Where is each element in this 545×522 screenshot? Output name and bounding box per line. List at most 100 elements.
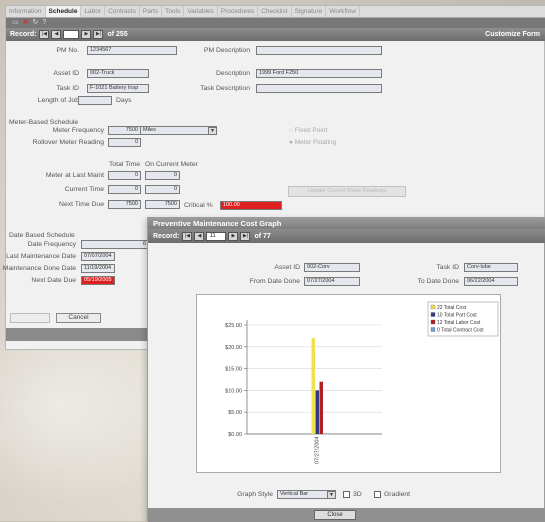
graph-next-record-button[interactable]: ▶ (228, 231, 239, 241)
asset-id-field[interactable]: 002-Truck (87, 69, 149, 78)
critical-field[interactable]: 100.00 (220, 201, 282, 210)
last-maintenance-field[interactable]: 07/07/2004 (81, 252, 115, 261)
3d-checkbox[interactable] (343, 491, 350, 498)
tab-parts[interactable]: Parts (140, 6, 163, 17)
graph-previous-record-button[interactable]: ◀ (194, 231, 205, 241)
y-tick-label: $25.00 (225, 323, 242, 329)
record-number-input[interactable] (63, 30, 80, 39)
next-date-due-field[interactable]: 05/19/2005 (81, 276, 115, 285)
date-frequency-field[interactable]: 6 (81, 240, 149, 249)
last-maintenance-label: Last Maintenance Date (6, 253, 76, 260)
tab-contracts[interactable]: Contracts (105, 6, 140, 17)
fixed-point-radio[interactable]: ○ Fixed Point (289, 127, 327, 134)
rollover-label: Rollover Meter Reading (32, 139, 104, 146)
legend-label: 22 Total Cost (437, 305, 467, 311)
task-id-label: Task ID (56, 85, 79, 92)
job-length-label: Length of Job (37, 97, 79, 104)
task-description-field[interactable] (256, 84, 382, 93)
tab-variables[interactable]: Variables (184, 6, 218, 17)
maintenance-done-field[interactable]: 11/19/2004 (81, 264, 115, 273)
graph-style-chevron-down-icon[interactable]: ▼ (327, 491, 336, 499)
bar-labor-cost (319, 381, 323, 434)
pm-no-field[interactable]: 1234567 (87, 46, 177, 55)
pm-no-label: PM No. (56, 47, 79, 54)
from-date-label: From Date Done (249, 278, 300, 285)
update-meter-button[interactable]: Update Current Meter Readings (288, 186, 406, 197)
graph-asset-id-field[interactable]: 002-Corv (304, 263, 360, 272)
meter-frequency-field[interactable]: 7500 (108, 126, 141, 135)
description-field[interactable]: 1999 Ford F250 (256, 69, 382, 78)
tab-schedule[interactable]: Schedule (45, 6, 82, 17)
maintenance-done-label: Maintenance Done Date (2, 265, 76, 272)
task-id-field[interactable]: F-1021 Battery Insp (87, 84, 149, 93)
gradient-checkbox[interactable] (374, 491, 381, 498)
legend-swatch (430, 312, 436, 317)
graph-record-count: of 77 (254, 232, 271, 240)
3d-label: 3D (353, 491, 362, 498)
current-time-label: Current Time (64, 186, 104, 193)
previous-record-button[interactable]: ◀ (51, 30, 62, 39)
from-date-field[interactable]: 07/27/2004 (304, 277, 360, 286)
graph-task-id-label: Task ID (436, 264, 459, 271)
meter-last-current-field[interactable]: 0 (145, 171, 180, 180)
legend-swatch (430, 319, 436, 325)
customize-form-link[interactable]: Customize Form (485, 31, 540, 38)
graph-first-record-button[interactable]: |◀ (182, 231, 193, 241)
next-due-total-field[interactable]: 7500 (108, 200, 141, 209)
cost-chart: $0.00 $5.00 $10.00 $15.00 $20.00 $25.00 07/27/… (196, 294, 501, 473)
fixed-point-label: Fixed Point (294, 127, 328, 134)
current-time-current-field[interactable]: 0 (145, 185, 180, 194)
to-date-field[interactable]: 06/22/2004 (464, 277, 518, 286)
pm-description-field[interactable] (256, 46, 382, 55)
graph-record-input[interactable]: 11 (206, 231, 227, 241)
meter-last-total-field[interactable]: 0 (108, 171, 141, 180)
total-time-header: Total Time (109, 161, 140, 168)
meter-floating-radio[interactable]: ● Meter Floating (289, 139, 336, 146)
record-count: of 255 (107, 31, 128, 38)
next-date-due-label: Next Date Due (31, 277, 76, 284)
toolbar: ▭ ✕ ↻ ? (6, 18, 545, 28)
legend-label: 0 Total Contract Cost (437, 328, 484, 334)
next-due-current-field[interactable]: 7500 (145, 200, 180, 209)
meter-unit-select[interactable]: Miles (140, 126, 217, 135)
tab-workflow[interactable]: Workflow (326, 6, 360, 17)
graph-style-label: Graph Style (237, 491, 273, 498)
last-record-button[interactable]: ▶| (93, 30, 104, 39)
next-record-button[interactable]: ▶ (81, 30, 92, 39)
rollover-field[interactable]: 0 (108, 138, 141, 147)
x-tick-label: 07/27/2004 (315, 436, 321, 464)
help-icon[interactable]: ? (42, 18, 46, 28)
asset-id-label: Asset ID (53, 70, 79, 77)
tab-checklist[interactable]: Checklist (258, 6, 292, 17)
graph-last-record-button[interactable]: ▶| (240, 231, 251, 241)
cancel-button[interactable]: Cancel (56, 313, 101, 323)
task-description-label: Task Description (200, 85, 250, 92)
first-record-button[interactable]: |◀ (39, 30, 50, 39)
graph-asset-id-label: Asset ID (274, 264, 300, 271)
current-time-total-field[interactable]: 0 (108, 185, 141, 194)
delete-icon[interactable]: ✕ (23, 18, 29, 28)
legend-label: 12 Total Labor Cost (437, 320, 481, 326)
tab-information[interactable]: Information (6, 6, 46, 17)
submit-button[interactable] (10, 313, 50, 323)
next-time-due-label: Next Time Due (59, 201, 104, 208)
graph-record-navigator: Record: |◀ ◀ 11 ▶ ▶| of 77 (148, 229, 545, 243)
tab-bar: Information Schedule Labor Contracts Parts To… (6, 6, 545, 18)
date-frequency-label: Date Frequency (27, 241, 76, 248)
legend-swatch (430, 304, 436, 310)
refresh-icon[interactable]: ↻ (33, 18, 39, 28)
tab-tools[interactable]: Tools (162, 6, 185, 17)
close-button[interactable]: Close (314, 510, 356, 520)
tab-signature[interactable]: Signature (292, 6, 327, 17)
new-record-icon[interactable]: ▭ (12, 18, 19, 28)
critical-label: Critical % (184, 202, 213, 209)
y-tick-label: $10.00 (225, 388, 242, 394)
tab-procedures[interactable]: Procedures (218, 6, 259, 17)
graph-task-id-field[interactable]: Corv-lube (464, 263, 518, 272)
job-length-field[interactable] (78, 96, 112, 105)
tab-labor[interactable]: Labor (81, 6, 106, 17)
legend-label: 10 Total Part Cost (437, 313, 477, 319)
chevron-down-icon[interactable]: ▼ (208, 127, 217, 135)
pm-description-label: PM Description (203, 47, 250, 54)
date-section-title: Date Based Schedule (9, 232, 75, 239)
